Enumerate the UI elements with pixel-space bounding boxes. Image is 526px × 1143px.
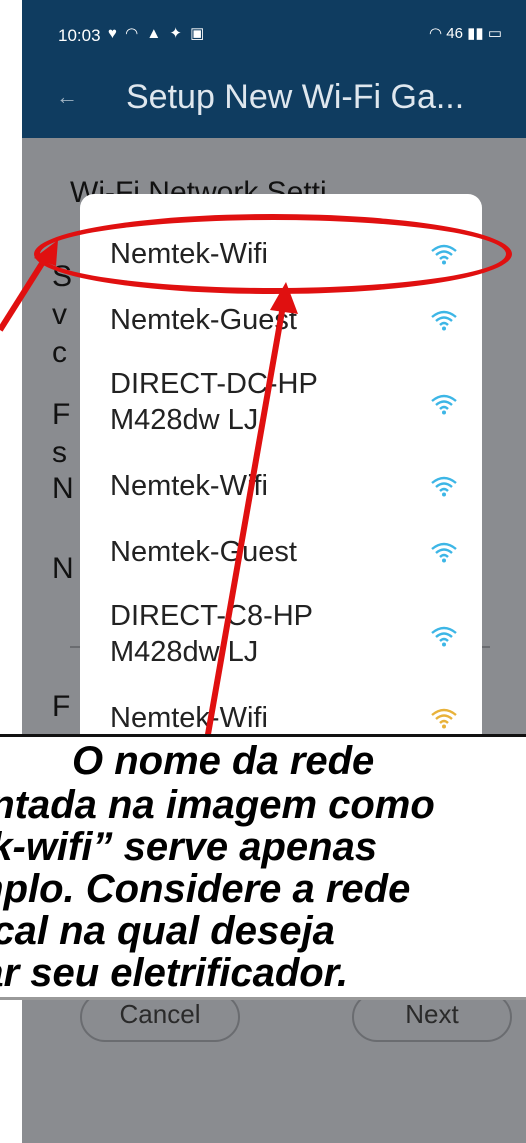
caption-line: ocal na qual deseja	[0, 909, 335, 953]
instruction-caption: O nome da rede entada na imagem como ek-…	[0, 734, 526, 1000]
caption-line: entada na imagem como	[0, 783, 435, 827]
annotation-arrowhead-center	[270, 282, 298, 314]
caption-line: ek-wifi” serve apenas	[0, 825, 378, 869]
caption-line: mplo. Considere a rede	[0, 867, 411, 911]
annotation-arrow-center	[197, 299, 287, 781]
annotation-arrow-left	[0, 252, 51, 332]
caption-line: tar seu eletrificador.	[0, 951, 349, 995]
annotation-arrowhead-left	[34, 240, 58, 266]
caption-line: O nome da rede	[72, 739, 375, 783]
